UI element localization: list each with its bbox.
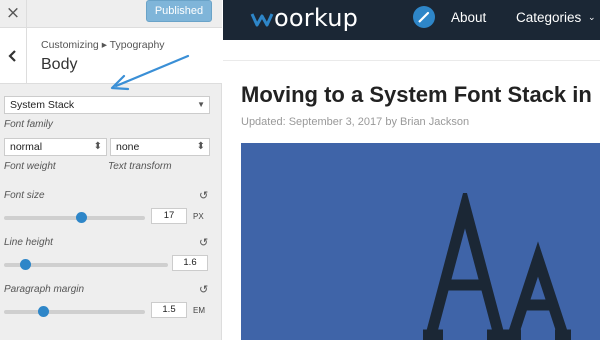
chevron-down-icon[interactable]: ⌄ (588, 12, 596, 23)
article-meta: Updated: September 3, 2017 by Brian Jack… (241, 116, 470, 128)
font-weight-value: normal (10, 141, 43, 153)
header-spacer (223, 40, 600, 61)
font-size-slider-track[interactable] (4, 216, 145, 220)
close-icon[interactable]: × (0, 0, 27, 28)
font-size-label: Font size (4, 190, 45, 201)
font-weight-select[interactable]: normal ⬍ (4, 138, 107, 156)
annotation-arrow-icon (110, 54, 190, 91)
hero-image (241, 143, 600, 340)
updown-caret-icon: ⬍ (93, 141, 102, 152)
pencil-icon[interactable] (413, 6, 435, 28)
font-size-slider-handle[interactable] (76, 212, 88, 223)
aa-glyph-icon (423, 193, 571, 340)
nav-link-about[interactable]: About (451, 10, 486, 25)
line-height-input[interactable]: 1.6 (172, 255, 208, 271)
chevron-left-icon (8, 50, 16, 62)
caret-down-icon: ▼ (197, 100, 205, 109)
paragraph-margin-input[interactable]: 1.5 (151, 302, 187, 318)
nav-link-categories[interactable]: Categories (516, 10, 581, 25)
text-transform-select[interactable]: none ⬍ (110, 138, 210, 156)
reset-icon[interactable]: ↺ (199, 236, 208, 249)
font-family-select[interactable]: System Stack ▼ (4, 96, 210, 114)
line-height-label: Line height (4, 237, 53, 248)
publish-button[interactable]: Published (146, 0, 212, 22)
back-button[interactable] (0, 28, 27, 84)
text-transform-label: Text transform (108, 161, 172, 172)
paragraph-margin-unit: EM (193, 306, 205, 315)
text-transform-value: none (116, 141, 140, 153)
section-title: Body (41, 56, 78, 73)
paragraph-margin-slider-track[interactable] (4, 310, 145, 314)
font-weight-label: Font weight (4, 161, 56, 172)
font-size-unit: PX (193, 212, 204, 221)
woorkup-logo-icon[interactable] (250, 7, 274, 29)
line-height-slider-handle[interactable] (19, 259, 31, 270)
font-family-value: System Stack (10, 99, 75, 111)
font-family-label: Font family (4, 119, 53, 130)
article-title[interactable]: Moving to a System Font Stack in (241, 82, 592, 108)
updown-caret-icon: ⬍ (196, 141, 205, 152)
paragraph-margin-label: Paragraph margin (4, 284, 85, 295)
customizer-topbar: × Published (0, 0, 222, 28)
site-header: oorkup About Categories ⌄ (223, 0, 600, 40)
reset-icon[interactable]: ↺ (199, 189, 208, 202)
font-size-input[interactable]: 17 (151, 208, 187, 224)
paragraph-margin-slider-handle[interactable] (37, 306, 49, 317)
reset-icon[interactable]: ↺ (199, 283, 208, 296)
site-logo[interactable]: oorkup (274, 4, 358, 32)
